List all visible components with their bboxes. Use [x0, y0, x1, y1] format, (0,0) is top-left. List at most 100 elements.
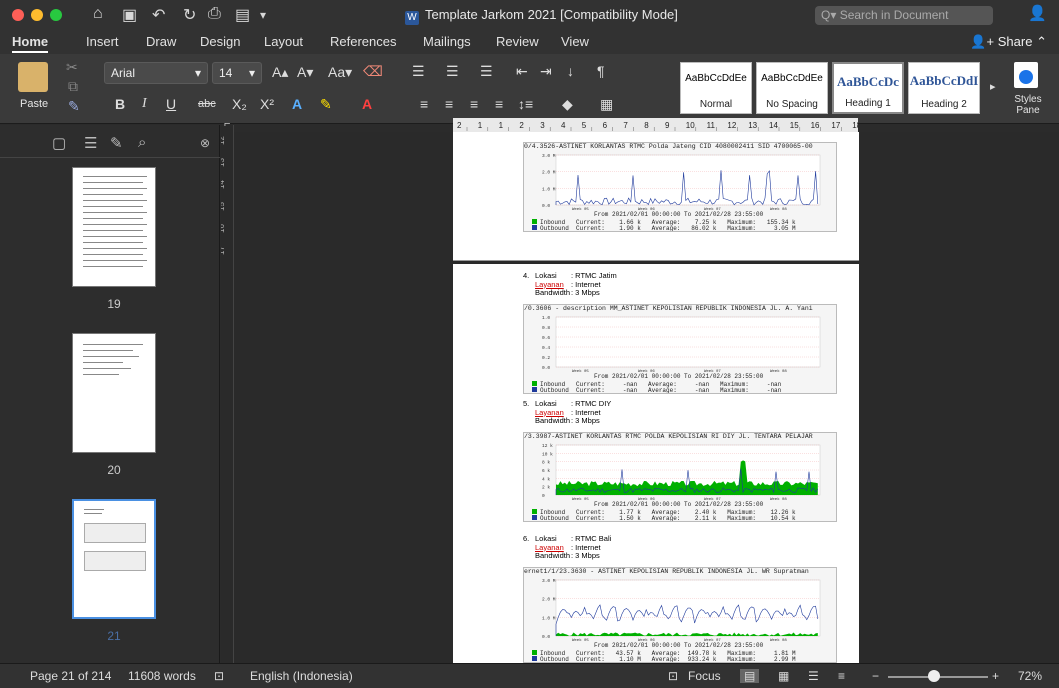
- redo-icon[interactable]: ↻: [183, 5, 196, 25]
- justify-icon[interactable]: ≡: [495, 96, 503, 112]
- tab-review[interactable]: Review: [496, 34, 539, 49]
- tab-stop-selector-icon[interactable]: ⌐: [224, 118, 230, 130]
- numbering-icon[interactable]: ☰: [446, 63, 459, 80]
- outline-icon[interactable]: ☰: [808, 669, 819, 683]
- save-icon[interactable]: ▣: [122, 5, 137, 25]
- more-styles-icon[interactable]: ▸: [990, 80, 996, 93]
- zoom-slider-thumb[interactable]: [928, 670, 940, 682]
- traffic-graph[interactable]: /3.3987-ASTINET KORLANTAS RTMC POLDA KEP…: [523, 432, 837, 522]
- undo-icon[interactable]: ↶: [152, 5, 165, 25]
- traffic-graph[interactable]: /0.3606 - description MM_ASTINET KEPOLIS…: [523, 304, 837, 394]
- line-spacing-icon[interactable]: ↕≡: [518, 96, 533, 112]
- traffic-graph[interactable]: 0/4.3526-ASTINET KORLANTAS RTMC Polda Ja…: [523, 142, 837, 232]
- page-thumbnail-20[interactable]: [72, 333, 156, 453]
- tab-draw[interactable]: Draw: [146, 34, 176, 49]
- show-paragraph-marks-icon[interactable]: ¶: [597, 63, 605, 79]
- text-effects-icon[interactable]: A: [292, 96, 302, 112]
- style-no-spacing[interactable]: AaBbCcDdEe No Spacing: [756, 62, 828, 114]
- print-icon[interactable]: ⎙: [208, 5, 221, 23]
- format-painter-icon[interactable]: ✎: [68, 98, 80, 115]
- tab-view[interactable]: View: [561, 34, 589, 49]
- tab-layout[interactable]: Layout: [264, 34, 303, 49]
- horizontal-ruler[interactable]: 21123456789101112131415161718: [453, 118, 863, 132]
- proofing-icon[interactable]: ⊡: [214, 669, 224, 683]
- copy-icon[interactable]: ⧉: [68, 78, 78, 95]
- superscript-icon[interactable]: X²: [260, 96, 274, 112]
- comments-icon[interactable]: ✎: [110, 134, 123, 152]
- templates-icon[interactable]: ▤: [235, 5, 250, 25]
- collapse-ribbon-icon[interactable]: ⌃: [1036, 34, 1047, 49]
- paste-label[interactable]: Paste: [20, 98, 48, 110]
- minimize-window-button[interactable]: [31, 9, 43, 21]
- styles-pane-label[interactable]: Styles Pane: [1010, 94, 1046, 116]
- focus-label[interactable]: Focus: [688, 669, 721, 683]
- graph-plot: 3.0 M2.0 M1.0 M0.0Week 05 Week 06 Week 07 W…: [542, 153, 821, 212]
- document-canvas[interactable]: 0/4.3526-ASTINET KORLANTAS RTMC Polda Ja…: [234, 132, 1059, 663]
- subscript-icon[interactable]: X₂: [232, 96, 247, 112]
- draft-icon[interactable]: ≡: [838, 669, 845, 683]
- strikethrough-icon[interactable]: abc: [198, 98, 216, 110]
- style-normal[interactable]: AaBbCcDdEe Normal: [680, 62, 752, 114]
- italic-icon[interactable]: I: [142, 96, 147, 112]
- close-window-button[interactable]: [12, 9, 24, 21]
- shrink-font-icon[interactable]: A▾: [297, 64, 313, 81]
- decrease-indent-icon[interactable]: ⇤: [516, 63, 528, 80]
- bold-icon[interactable]: B: [115, 96, 125, 112]
- graph-title: 0/4.3526-ASTINET KORLANTAS RTMC Polda Ja…: [524, 143, 813, 150]
- sort-icon[interactable]: ↓: [567, 63, 574, 79]
- align-center-icon[interactable]: ≡: [445, 96, 453, 112]
- thumbnails-icon[interactable]: ▢: [52, 134, 66, 152]
- close-pane-icon[interactable]: ⊗: [200, 136, 210, 150]
- zoom-in-icon[interactable]: +: [992, 669, 999, 683]
- font-color-icon[interactable]: A: [362, 96, 372, 112]
- tab-design[interactable]: Design: [200, 34, 240, 49]
- shading-icon[interactable]: ◆: [562, 96, 573, 113]
- language-indicator[interactable]: English (Indonesia): [250, 669, 353, 683]
- tab-references[interactable]: References: [330, 34, 396, 49]
- zoom-out-icon[interactable]: −: [872, 669, 879, 683]
- align-left-icon[interactable]: ≡: [420, 96, 428, 112]
- tab-home[interactable]: Home: [12, 34, 49, 53]
- home-icon[interactable]: ⌂: [93, 5, 103, 23]
- style-heading-2[interactable]: AaBbCcDdI Heading 2: [908, 62, 980, 114]
- tab-mailings[interactable]: Mailings: [423, 34, 471, 49]
- cut-icon[interactable]: ✂: [66, 59, 78, 76]
- plot-area: [555, 154, 821, 206]
- zoom-window-button[interactable]: [50, 9, 62, 21]
- web-layout-icon[interactable]: ▦: [778, 669, 789, 683]
- page-count[interactable]: Page 21 of 214: [30, 669, 111, 683]
- borders-icon[interactable]: ▦: [600, 96, 613, 113]
- style-heading-1[interactable]: AaBbCcDc Heading 1: [832, 62, 904, 114]
- search-icon[interactable]: ⌕: [138, 134, 146, 151]
- print-layout-icon[interactable]: ▤: [740, 669, 760, 683]
- increase-indent-icon[interactable]: ⇥: [540, 63, 552, 80]
- user-account-icon[interactable]: 👤: [1028, 4, 1047, 22]
- y-tick-label: 10 k: [542, 451, 553, 457]
- traffic-graph[interactable]: ernet1/1/23.3630 - ASTINET KEPOLISIAN RE…: [523, 567, 837, 663]
- tab-insert[interactable]: Insert: [86, 34, 119, 49]
- font-size-select[interactable]: 14 ▾: [212, 62, 262, 84]
- bullets-icon[interactable]: ☰: [412, 63, 425, 80]
- page-thumbnail-19[interactable]: [72, 167, 156, 287]
- focus-icon[interactable]: ⊡: [668, 669, 678, 683]
- styles-pane-icon[interactable]: [1014, 62, 1038, 88]
- word-count[interactable]: 11608 words: [128, 669, 196, 683]
- vertical-ruler[interactable]: 12 13 14 15 16 17: [217, 125, 234, 663]
- page-thumbnail-21[interactable]: [72, 499, 156, 619]
- search-in-document-field[interactable]: Q▾ Search in Document: [815, 6, 993, 25]
- font-name-select[interactable]: Arial ▾: [104, 62, 208, 84]
- grow-font-icon[interactable]: A▴: [272, 64, 288, 81]
- clipboard-icon[interactable]: [18, 62, 48, 92]
- multilevel-list-icon[interactable]: ☰: [480, 63, 493, 80]
- align-right-icon[interactable]: ≡: [470, 96, 478, 112]
- document-page[interactable]: 0/4.3526-ASTINET KORLANTAS RTMC Polda Ja…: [453, 132, 859, 663]
- inbound-swatch: [532, 509, 537, 514]
- share-button[interactable]: 👤+ Share ⌃: [970, 34, 1047, 50]
- underline-icon[interactable]: U: [166, 96, 176, 112]
- customize-toolbar-icon[interactable]: ▾: [260, 8, 266, 22]
- zoom-level[interactable]: 72%: [1018, 669, 1042, 683]
- document-map-icon[interactable]: ☰: [84, 134, 97, 152]
- highlight-color-icon[interactable]: ✎: [320, 96, 332, 113]
- change-case-icon[interactable]: Aa▾: [328, 64, 352, 81]
- clear-formatting-icon[interactable]: ⌫: [363, 63, 383, 80]
